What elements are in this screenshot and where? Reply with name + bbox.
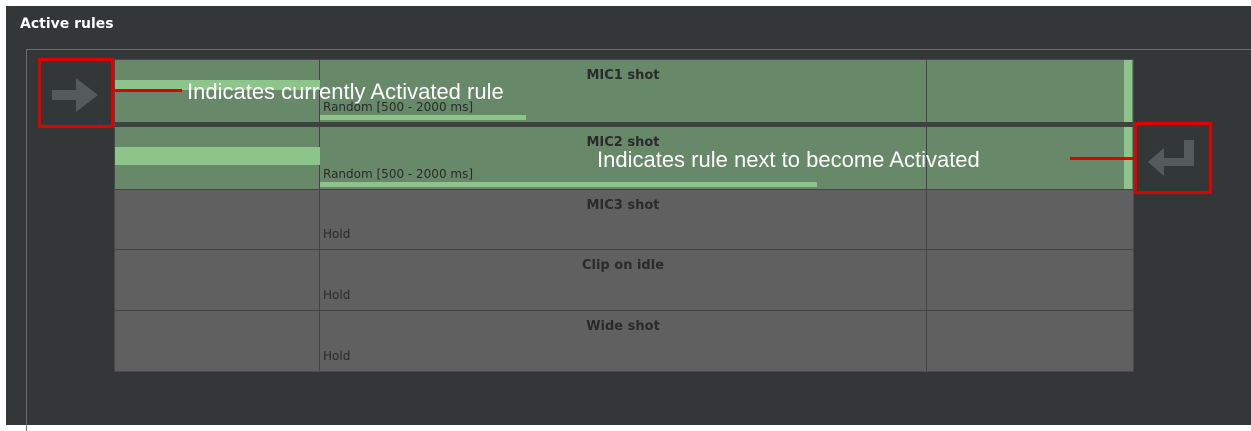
rule-duration: Random [500 - 2000 ms]: [323, 167, 474, 181]
rule-name: Wide shot: [586, 319, 660, 334]
rule-cell-right: [927, 60, 1132, 122]
rule-cell-left: [115, 250, 320, 310]
next-rule-annotation: Indicates rule next to become Activated: [597, 147, 980, 172]
rule-row-mic3[interactable]: MIC3 shot Hold: [115, 190, 1133, 249]
rule-name: Clip on idle: [581, 258, 665, 273]
rule-cell-main: MIC3 shot Hold: [320, 190, 927, 249]
rule-cell-right: [927, 250, 1132, 310]
current-rule-annotation: Indicates currently Activated rule: [187, 79, 504, 104]
rule-progress-bar: [320, 115, 527, 120]
active-rules-table: MIC1 shot Random [500 - 2000 ms] MIC2 sh…: [114, 59, 1134, 372]
next-callout-line: [1070, 157, 1134, 160]
rule-cell-main: Clip on idle Hold: [320, 250, 927, 310]
rule-duration: Hold: [323, 227, 351, 241]
rule-name: MIC3 shot: [586, 198, 660, 213]
rule-cell-main: Wide shot Hold: [320, 311, 927, 371]
rule-progress-bar: [320, 182, 817, 187]
rule-duration: Hold: [323, 349, 351, 363]
rule-timer-bar: [115, 147, 320, 165]
rule-duration: Hold: [323, 288, 351, 302]
rule-cell-left: [115, 190, 320, 249]
rule-cell-right: [927, 190, 1132, 249]
rule-row-wide-shot[interactable]: Wide shot Hold: [115, 311, 1133, 371]
rule-cell-left: [115, 127, 320, 189]
rule-edge-bar: [1124, 60, 1132, 122]
current-callout-line: [114, 89, 182, 92]
return-enter-icon: [1148, 140, 1194, 176]
arrow-right-icon: [52, 78, 98, 112]
rule-cell-left: [115, 311, 320, 371]
rule-row-clip-on-idle[interactable]: Clip on idle Hold: [115, 250, 1133, 310]
rule-cell-right: [927, 311, 1132, 371]
panel-title: Active rules: [20, 16, 114, 32]
